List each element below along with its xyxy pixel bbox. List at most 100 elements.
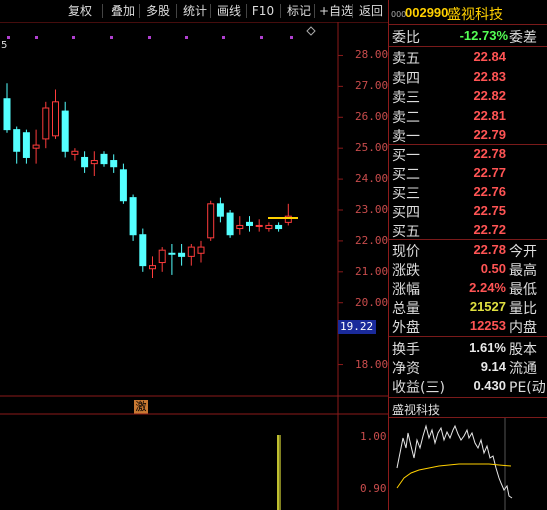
- candle-body[interactable]: [90, 160, 98, 165]
- stat-row-1-value: 0.50: [480, 261, 506, 276]
- top-markers: [7, 36, 293, 39]
- cursor-price-label: 19.22: [338, 319, 376, 334]
- price-tick: 23.00: [355, 203, 389, 216]
- candle-body[interactable]: [129, 197, 137, 236]
- stat2-row-2-right-label: PE(动: [509, 380, 546, 396]
- candle-body[interactable]: [187, 246, 195, 257]
- toolbar-separator: [280, 4, 281, 18]
- toolbar-button-5[interactable]: F10: [250, 2, 276, 20]
- candle-body[interactable]: [139, 234, 147, 267]
- volume-panel[interactable]: [0, 397, 388, 510]
- candle-body[interactable]: [42, 107, 50, 140]
- candle-body[interactable]: [265, 224, 273, 230]
- divider: [389, 336, 547, 337]
- signal-dot: [72, 36, 75, 39]
- stat2-row-2-label: 收益(三): [392, 380, 445, 396]
- ratio-label: 委比: [392, 30, 420, 46]
- stat-row-0-value: 22.78: [473, 242, 506, 257]
- toolbar-button-6[interactable]: 标记: [284, 2, 314, 20]
- bid-row-1-value: 22.77: [473, 165, 506, 180]
- candle-body[interactable]: [52, 101, 59, 137]
- signal-dot: [260, 36, 263, 39]
- candle-body[interactable]: [226, 212, 234, 236]
- price-tick: 21.00: [355, 264, 389, 278]
- candle-body[interactable]: [71, 150, 79, 155]
- stat-row-4-value: 12253: [469, 318, 506, 333]
- signal-dot: [7, 36, 10, 39]
- stat-row-3-right-label: 量比: [509, 301, 537, 317]
- candle-body[interactable]: [178, 252, 186, 257]
- ask-row-4-label: 卖一: [392, 129, 420, 145]
- candle-body[interactable]: [207, 203, 215, 239]
- candle-body[interactable]: [32, 144, 40, 149]
- ask-row-1-value: 22.83: [473, 68, 506, 84]
- bid-row-2-label: 买三: [392, 186, 420, 202]
- stat-row-4-label: 外盘: [392, 320, 420, 336]
- stat-row-3-label: 总量: [392, 301, 420, 317]
- candle-body[interactable]: [158, 249, 166, 264]
- stat2-row-0-label: 换手: [392, 342, 420, 358]
- price-tick: 20.00: [355, 295, 389, 309]
- candle-body[interactable]: [119, 169, 127, 202]
- stat-row-1-right-label: 最高: [509, 263, 537, 279]
- toolbar-button-2[interactable]: 多股: [143, 2, 173, 20]
- diamond-icon[interactable]: [306, 26, 316, 36]
- candle-body[interactable]: [81, 156, 89, 168]
- candle-body[interactable]: [255, 224, 263, 227]
- toolbar-separator: [246, 4, 247, 18]
- ask-row-0-value: 22.84: [473, 49, 506, 64]
- candle-body[interactable]: [3, 98, 11, 131]
- toolbar-button-0[interactable]: 复权: [66, 2, 94, 20]
- toolbar-separator: [139, 4, 140, 18]
- divider: [389, 239, 547, 240]
- bid-row-0-value: 22.78: [473, 146, 506, 161]
- kline-chart[interactable]: [0, 22, 388, 397]
- toolbar-button-7[interactable]: +自选: [318, 2, 354, 20]
- ask-row-3-label: 卖二: [392, 109, 420, 126]
- stat-row-2-label: 涨幅: [392, 282, 420, 298]
- candle-body[interactable]: [100, 153, 108, 165]
- stock-name: 盛视科技: [447, 7, 503, 23]
- volume-tick-1: 1.00: [360, 430, 387, 443]
- mini-chart-title: 盛视科技: [392, 403, 441, 417]
- price-tick: 24.00: [355, 172, 389, 186]
- candle-body[interactable]: [61, 110, 69, 152]
- candle-body[interactable]: [168, 252, 176, 255]
- stat-row-1-label: 涨跌: [392, 263, 420, 279]
- toolbar-button-8[interactable]: 返回: [356, 2, 386, 20]
- stat-row-4-right-label: 内盘: [509, 320, 537, 336]
- signal-dot: [290, 36, 293, 39]
- bid-row-3-label: 买四: [392, 205, 420, 221]
- stat-row-2-value: 2.24%: [469, 280, 506, 295]
- candle-body[interactable]: [22, 132, 30, 158]
- bid-row-4-label: 买五: [392, 224, 420, 240]
- ask-row-4-value: 22.79: [473, 127, 506, 142]
- candle-body[interactable]: [110, 160, 118, 168]
- candle-body[interactable]: [216, 203, 224, 217]
- candle-body[interactable]: [149, 265, 156, 270]
- toolbar-button-4[interactable]: 画线: [214, 2, 244, 20]
- candle-body[interactable]: [13, 129, 21, 152]
- price-tick: 25.00: [355, 141, 389, 155]
- toolbar-separator: [102, 4, 103, 18]
- toolbar-button-3[interactable]: 统计: [180, 2, 210, 20]
- toolbar-button-1[interactable]: 叠加: [106, 2, 140, 20]
- candle-body[interactable]: [246, 221, 253, 226]
- candle-body[interactable]: [197, 246, 205, 254]
- stat2-row-1-right-label: 流通: [509, 361, 537, 377]
- candle-body[interactable]: [275, 224, 283, 230]
- ratio-value: -12.73%: [459, 28, 508, 43]
- toolbar-separator: [210, 4, 211, 18]
- ratio-right-label: 委差: [509, 30, 537, 46]
- stat2-row-1-value: 9.14: [480, 359, 506, 374]
- signal-dot: [35, 36, 38, 39]
- intraday-mini-chart[interactable]: [389, 418, 547, 510]
- toolbar-separator: [176, 4, 177, 18]
- ask-row-2-label: 卖三: [392, 90, 420, 106]
- price-tick: 28.00: [355, 48, 389, 62]
- signal-dot: [110, 36, 113, 39]
- candle-body[interactable]: [236, 224, 244, 230]
- signal-dot: [185, 36, 188, 39]
- stat-row-0-right-label: 今开: [509, 244, 537, 260]
- divider: [389, 46, 547, 47]
